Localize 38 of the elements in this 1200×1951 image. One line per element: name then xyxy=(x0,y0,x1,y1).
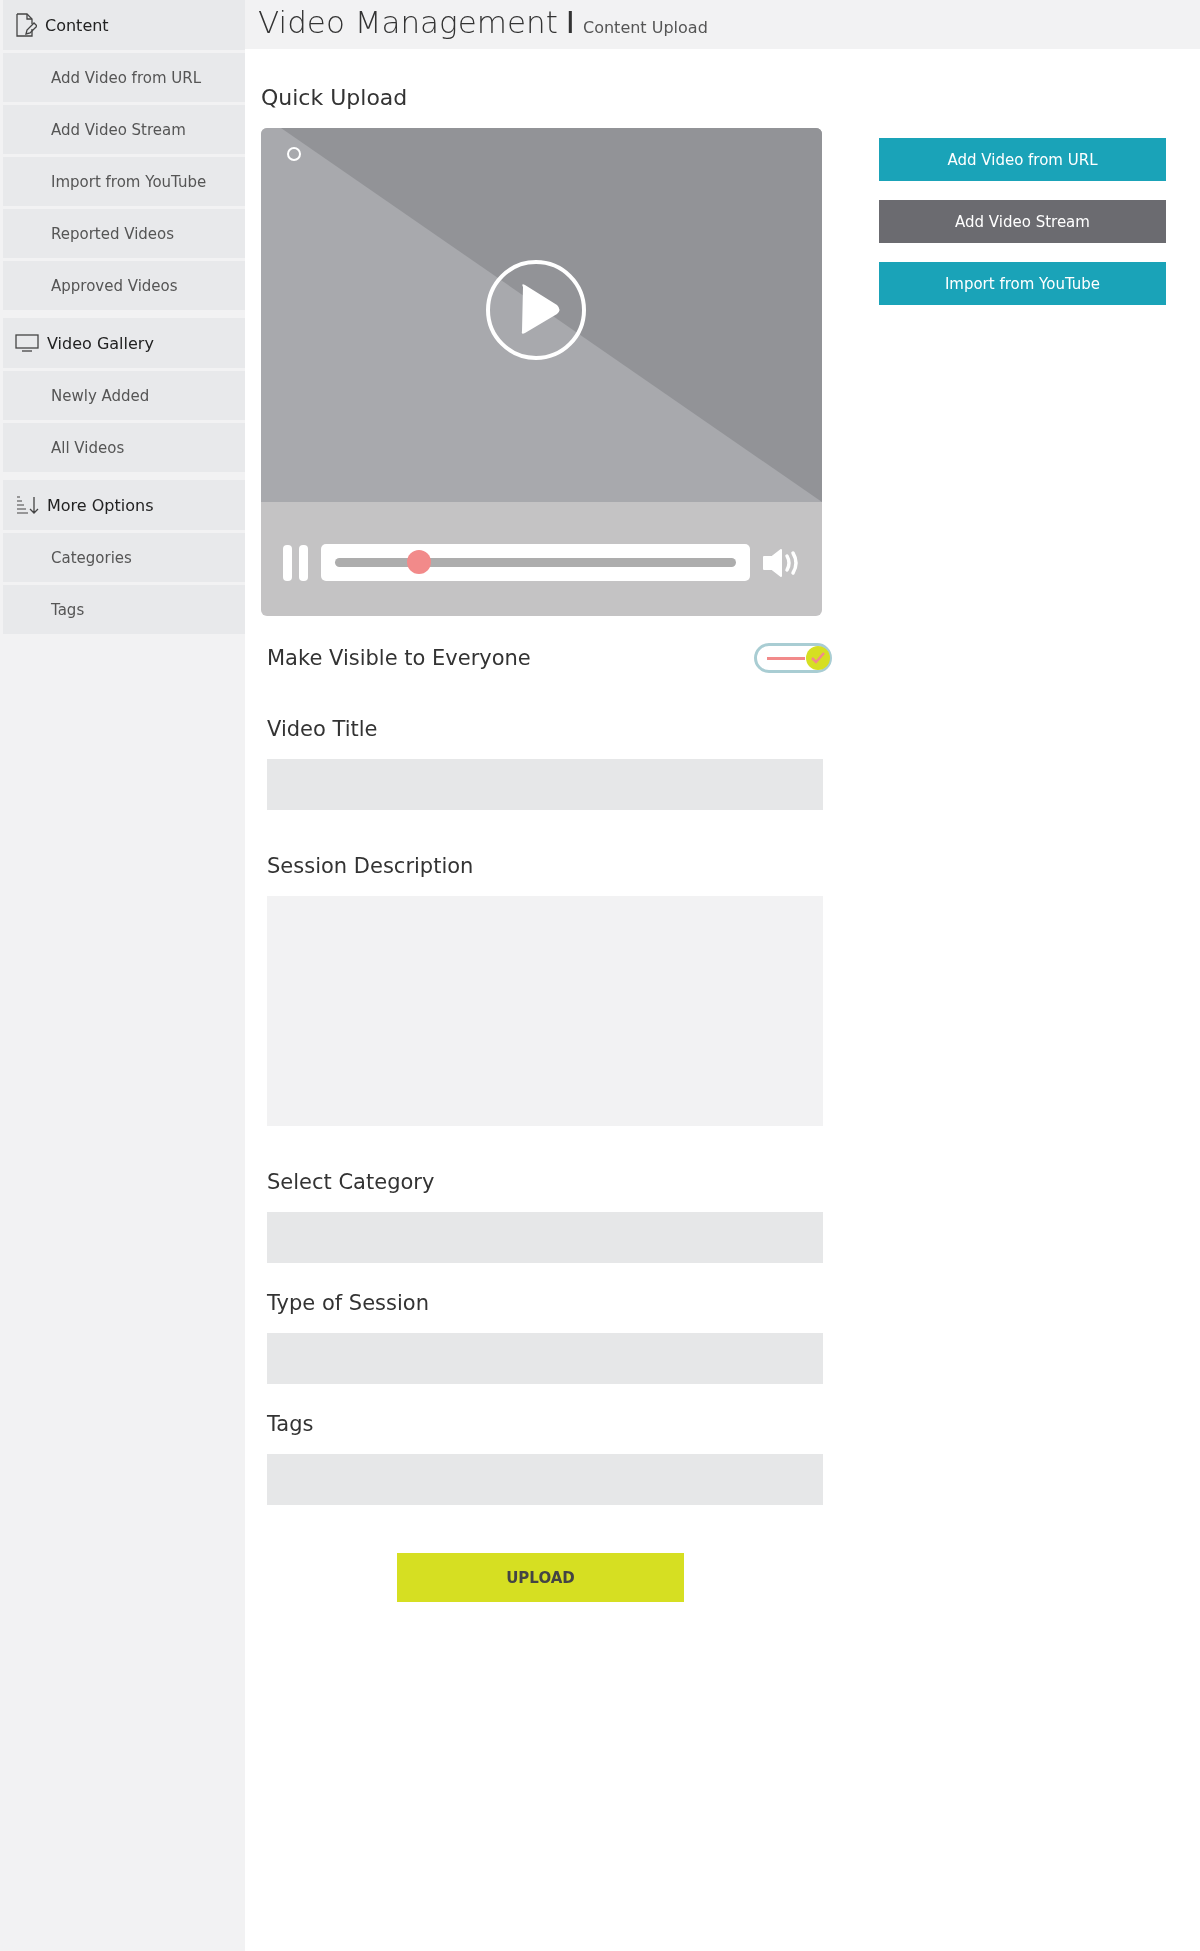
section-title: Quick Upload xyxy=(261,85,409,110)
sidebar-item[interactable]: Import from YouTube xyxy=(3,157,245,206)
sidebar-section-header[interactable]: More Options xyxy=(3,480,245,530)
seek-thumb[interactable] xyxy=(407,550,432,574)
visibility-label: Make Visible to Everyone xyxy=(267,646,531,670)
input-field[interactable] xyxy=(267,1454,823,1505)
monitor-icon xyxy=(15,334,39,352)
sidebar-item[interactable]: Add Video Stream xyxy=(3,105,245,154)
field-label: Session Description xyxy=(267,854,475,878)
sidebar-item[interactable]: Approved Videos xyxy=(3,261,245,310)
sort-icon xyxy=(15,495,39,515)
seek-bar[interactable] xyxy=(321,544,750,581)
document-icon xyxy=(15,13,37,37)
input-field[interactable] xyxy=(267,1212,823,1263)
input-field[interactable] xyxy=(267,759,823,810)
play-icon[interactable] xyxy=(485,259,587,361)
sidebar-item[interactable]: Add Video from URL xyxy=(3,53,245,102)
check-icon xyxy=(810,651,826,665)
input-field[interactable] xyxy=(267,1333,823,1384)
sidebar-section-header[interactable]: Content xyxy=(3,0,245,50)
sidebar-item[interactable]: Tags xyxy=(3,585,245,634)
sidebar-section-header[interactable]: Video Gallery xyxy=(3,318,245,368)
visibility-toggle[interactable] xyxy=(754,643,832,673)
sidebar-item[interactable]: Reported Videos xyxy=(3,209,245,258)
circle-icon xyxy=(286,146,302,162)
field-label: Select Category xyxy=(267,1170,436,1194)
field-label: Tags xyxy=(267,1412,315,1436)
sidebar-item[interactable]: Newly Added xyxy=(3,371,245,420)
title-separator: I xyxy=(565,4,575,40)
page-subtitle: Content Upload xyxy=(583,18,708,37)
field-label: Type of Session xyxy=(267,1291,430,1315)
page-title: Video Management xyxy=(258,4,558,40)
sidebar-item[interactable]: All Videos xyxy=(3,423,245,472)
field-label: Video Title xyxy=(267,717,379,741)
action-button[interactable]: Add Video Stream xyxy=(879,200,1166,243)
sidebar-item[interactable]: Categories xyxy=(3,533,245,582)
upload-button[interactable]: UPLOAD xyxy=(397,1553,684,1602)
pause-icon[interactable] xyxy=(283,544,309,581)
